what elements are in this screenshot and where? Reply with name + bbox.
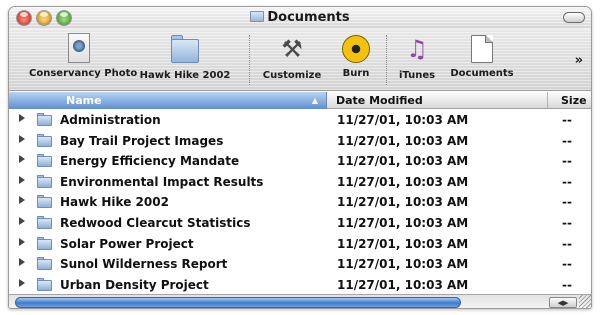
item-name: Urban Density Project (60, 277, 209, 292)
toolbar-item-burn[interactable]: Burn (331, 33, 381, 79)
disclosure-triangle-icon[interactable] (19, 114, 25, 122)
toolbar-item-customize[interactable]: ⚒ Customize (257, 33, 327, 81)
toolbar-item-label: Conservancy Photo (29, 68, 138, 79)
folder-icon (37, 113, 52, 126)
toolbar-item-documents[interactable]: Documents (447, 33, 517, 79)
item-size: -- (562, 277, 572, 292)
item-size: -- (562, 215, 572, 230)
document-icon (471, 35, 493, 63)
item-size: -- (562, 236, 572, 251)
column-headers: Name ▲ Date Modified Size (9, 92, 591, 109)
item-name: Administration (60, 113, 161, 127)
scrollbar-thumb[interactable] (15, 297, 461, 308)
folder-icon (37, 154, 52, 168)
burn-icon (342, 35, 370, 63)
file-list: Administration 11/27/01, 10:03 AM -- Bay… (9, 110, 591, 293)
toolbar-item-label: Customize (262, 70, 322, 81)
camera-icon (68, 33, 90, 63)
toolbar-separator (386, 35, 387, 85)
item-name: Redwood Clearcut Statistics (60, 215, 251, 230)
item-date-modified: 11/27/01, 10:03 AM (337, 154, 469, 169)
item-size: -- (562, 174, 572, 189)
list-item[interactable]: Bay Trail Project Images 11/27/01, 10:03… (9, 131, 591, 152)
folder-icon (250, 11, 265, 22)
toolbar-item-label: Burn (342, 68, 370, 79)
folder-icon (37, 195, 52, 209)
list-item[interactable]: Sunol Wilderness Report 11/27/01, 10:03 … (9, 254, 591, 275)
horizontal-scrollbar[interactable]: ◀▶ (9, 294, 591, 308)
item-date-modified: 11/27/01, 10:03 AM (337, 195, 469, 210)
toolbar-item-conservancy-photo[interactable]: Conservancy Photo (29, 33, 138, 79)
item-name: Solar Power Project (60, 236, 194, 251)
toolbar-item-hawk-hike-2002[interactable]: Hawk Hike 2002 (137, 33, 233, 81)
list-item[interactable]: Energy Efficiency Mandate 11/27/01, 10:0… (9, 151, 591, 172)
window-title-text: Documents (267, 10, 350, 25)
itunes-icon: ♫ (406, 35, 428, 63)
list-item[interactable]: Hawk Hike 2002 11/27/01, 10:03 AM -- (9, 192, 591, 213)
disclosure-triangle-icon[interactable] (19, 258, 25, 267)
list-item[interactable]: Redwood Clearcut Statistics 11/27/01, 10… (9, 213, 591, 234)
toolbar-item-label: Documents (450, 68, 514, 79)
item-name: Bay Trail Project Images (60, 133, 224, 148)
folder-icon (37, 174, 52, 188)
item-date-modified: 11/27/01, 10:03 AM (337, 215, 469, 230)
list-item[interactable]: Environmental Impact Results 11/27/01, 1… (9, 172, 591, 193)
list-item[interactable]: Urban Density Project 11/27/01, 10:03 AM… (9, 275, 591, 296)
column-header-date-modified[interactable]: Date Modified (328, 92, 548, 109)
item-name: Hawk Hike 2002 (60, 195, 169, 210)
item-name: Energy Efficiency Mandate (60, 154, 240, 169)
toolbar-item-label: Hawk Hike 2002 (139, 70, 231, 81)
item-date-modified: 11/27/01, 10:03 AM (337, 277, 469, 292)
item-date-modified: 11/27/01, 10:03 AM (337, 236, 469, 251)
folder-icon (37, 236, 52, 250)
scroll-arrows[interactable]: ◀▶ (549, 297, 577, 308)
item-name: Sunol Wilderness Report (60, 257, 228, 272)
folder-icon (37, 215, 52, 229)
item-size: -- (562, 113, 572, 127)
item-date-modified: 11/27/01, 10:03 AM (337, 257, 469, 272)
item-size: -- (562, 195, 572, 210)
list-item[interactable]: Administration 11/27/01, 10:03 AM -- (9, 110, 591, 131)
title-bar[interactable]: Documents (9, 7, 591, 29)
item-date-modified: 11/27/01, 10:03 AM (337, 133, 469, 148)
column-header-name-label: Name (66, 94, 102, 107)
column-header-name[interactable]: Name ▲ (9, 92, 327, 109)
folder-icon (37, 257, 52, 271)
resize-grip-icon[interactable] (579, 295, 591, 308)
column-header-size[interactable]: Size (549, 92, 591, 109)
item-size: -- (562, 133, 572, 148)
toolbar-item-itunes[interactable]: ♫ iTunes (391, 33, 443, 81)
toolbar-toggle-button[interactable] (563, 12, 585, 23)
toolbar-item-label: iTunes (398, 70, 436, 81)
toolbar-separator (249, 35, 250, 85)
disclosure-triangle-icon[interactable] (19, 155, 25, 164)
list-item[interactable]: Solar Power Project 11/27/01, 10:03 AM -… (9, 234, 591, 255)
item-name: Environmental Impact Results (60, 174, 264, 189)
folder-icon (37, 277, 52, 291)
item-date-modified: 11/27/01, 10:03 AM (337, 174, 469, 189)
item-size: -- (562, 154, 572, 169)
tools-icon: ⚒ (281, 35, 303, 63)
disclosure-triangle-icon[interactable] (19, 216, 25, 225)
window-title: Documents (9, 10, 591, 25)
disclosure-triangle-icon[interactable] (19, 196, 25, 205)
toolbar-overflow-button[interactable]: » (575, 53, 583, 68)
folder-icon (169, 33, 201, 65)
disclosure-triangle-icon[interactable] (19, 278, 25, 287)
disclosure-triangle-icon[interactable] (19, 237, 25, 246)
item-date-modified: 11/27/01, 10:03 AM (337, 113, 469, 127)
item-size: -- (562, 257, 572, 272)
disclosure-triangle-icon[interactable] (19, 175, 25, 184)
toolbar: Conservancy Photo Hawk Hike 2002 ⚒ Custo… (9, 29, 591, 91)
sort-ascending-icon: ▲ (311, 96, 318, 105)
folder-icon (37, 133, 52, 147)
disclosure-triangle-icon[interactable] (19, 134, 25, 143)
finder-window: Documents Conservancy Photo Hawk Hike 20… (8, 6, 592, 309)
